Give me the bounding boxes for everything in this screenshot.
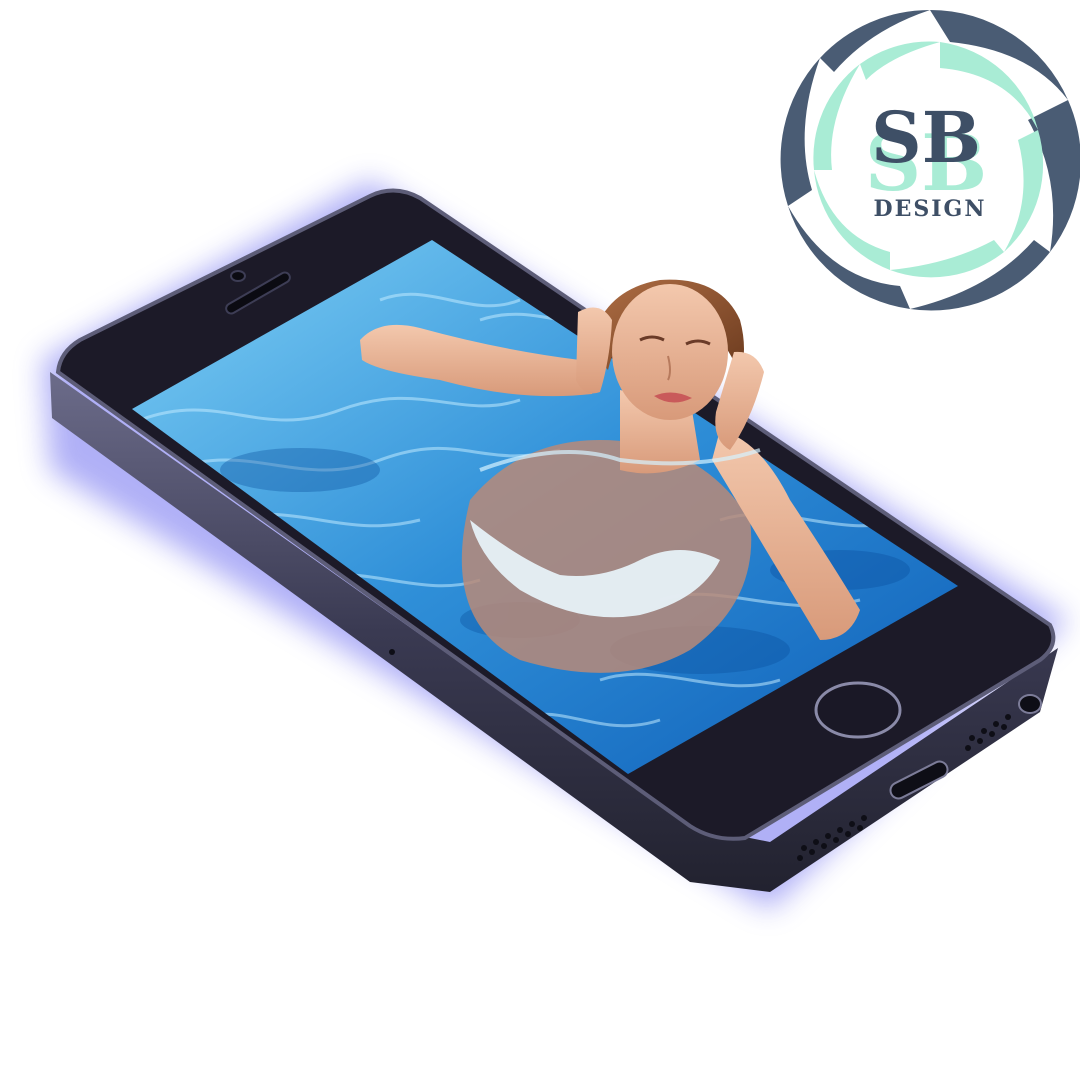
- logo-word: DESIGN: [874, 196, 987, 222]
- sb-design-logo: SB SB DESIGN: [780, 9, 1080, 311]
- front-camera-icon: [230, 270, 246, 282]
- home-button[interactable]: [814, 681, 902, 739]
- mic-hole-icon: [389, 649, 395, 655]
- logo-monogram: SB: [871, 96, 981, 179]
- headphone-jack-icon: [1018, 694, 1042, 714]
- scene: SB SB DESIGN: [42, 9, 1080, 910]
- stage: SB SB DESIGN: [0, 0, 1080, 1080]
